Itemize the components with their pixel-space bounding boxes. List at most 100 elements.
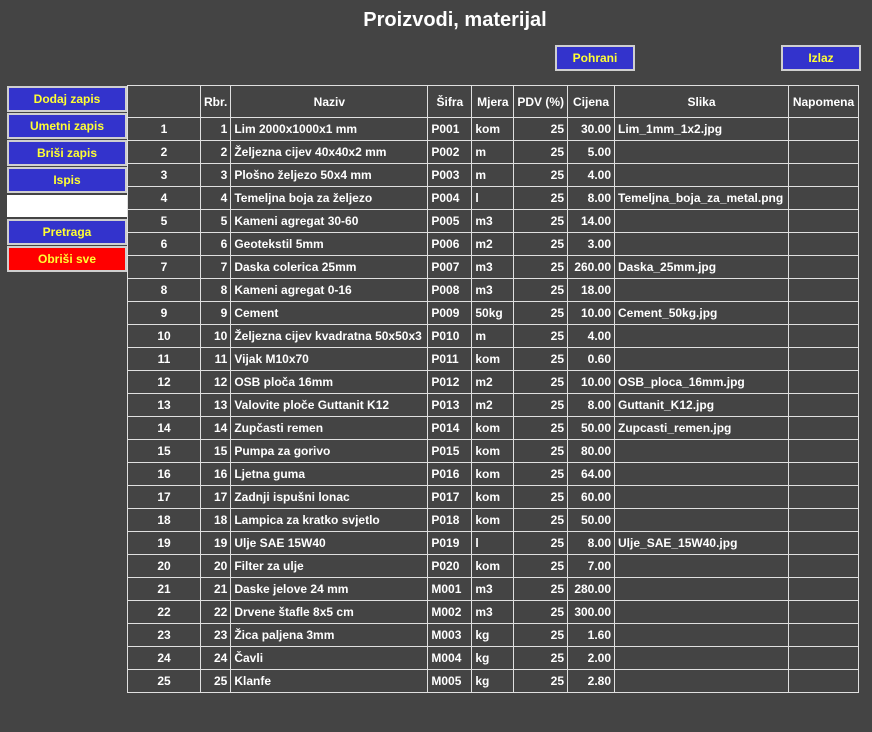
cijena-cell[interactable]: 8.00 xyxy=(567,186,616,210)
mjera-cell[interactable]: m2 xyxy=(471,370,515,394)
pdv-cell[interactable]: 25 xyxy=(513,232,569,256)
rbr-cell[interactable]: 24 xyxy=(199,646,232,670)
slika-cell[interactable] xyxy=(614,485,790,509)
napomena-cell[interactable] xyxy=(788,301,860,325)
sifra-cell[interactable]: P003 xyxy=(427,163,473,187)
naziv-cell[interactable]: Daska colerica 25mm xyxy=(230,255,429,279)
naziv-cell[interactable]: Filter za ulje xyxy=(230,554,429,578)
slika-cell[interactable]: Daska_25mm.jpg xyxy=(614,255,790,279)
slika-cell[interactable]: Temeljna_boja_za_metal.png xyxy=(614,186,790,210)
rbr-cell[interactable]: 12 xyxy=(199,370,232,394)
pdv-cell[interactable]: 25 xyxy=(513,278,569,302)
sifra-cell[interactable]: P019 xyxy=(427,531,473,555)
sifra-cell[interactable]: P020 xyxy=(427,554,473,578)
cijena-cell[interactable]: 64.00 xyxy=(567,462,616,486)
napomena-cell[interactable] xyxy=(788,623,860,647)
table-row[interactable]: 18 18 Lampica za kratko svjetlo P018 kom 25 50… xyxy=(127,508,860,532)
cijena-cell[interactable]: 50.00 xyxy=(567,508,616,532)
pdv-cell[interactable]: 25 xyxy=(513,577,569,601)
naziv-cell[interactable]: Drvene štafle 8x5 cm xyxy=(230,600,429,624)
pdv-cell[interactable]: 25 xyxy=(513,531,569,555)
cijena-cell[interactable]: 10.00 xyxy=(567,370,616,394)
cijena-cell[interactable]: 260.00 xyxy=(567,255,616,279)
pdv-cell[interactable]: 25 xyxy=(513,209,569,233)
add-record-button[interactable]: Dodaj zapis xyxy=(7,86,127,112)
mjera-cell[interactable]: kom xyxy=(471,439,515,463)
sifra-cell[interactable]: P005 xyxy=(427,209,473,233)
rbr-cell[interactable]: 2 xyxy=(199,140,232,164)
slika-cell[interactable] xyxy=(614,347,790,371)
pdv-cell[interactable]: 25 xyxy=(513,462,569,486)
naziv-cell[interactable]: Žica paljena 3mm xyxy=(230,623,429,647)
sifra-cell[interactable]: P016 xyxy=(427,462,473,486)
print-button[interactable]: Ispis xyxy=(7,167,127,193)
cijena-cell[interactable]: 80.00 xyxy=(567,439,616,463)
exit-button[interactable]: Izlaz xyxy=(781,45,861,71)
table-row[interactable]: 9 9 Cement P009 50kg 25 10.00 Cement_50kg.jpg xyxy=(127,301,860,325)
slika-cell[interactable] xyxy=(614,646,790,670)
mjera-cell[interactable]: m3 xyxy=(471,600,515,624)
pdv-cell[interactable]: 25 xyxy=(513,416,569,440)
sifra-cell[interactable]: P002 xyxy=(427,140,473,164)
rbr-cell[interactable]: 22 xyxy=(199,600,232,624)
mjera-cell[interactable]: m xyxy=(471,324,515,348)
rbr-cell[interactable]: 8 xyxy=(199,278,232,302)
slika-cell[interactable] xyxy=(614,439,790,463)
sifra-cell[interactable]: P014 xyxy=(427,416,473,440)
table-row[interactable]: 14 14 Zupčasti remen P014 kom 25 50.00 Zupcasti… xyxy=(127,416,860,440)
pdv-cell[interactable]: 25 xyxy=(513,324,569,348)
napomena-cell[interactable] xyxy=(788,186,860,210)
napomena-cell[interactable] xyxy=(788,439,860,463)
mjera-cell[interactable]: l xyxy=(471,186,515,210)
sifra-cell[interactable]: P006 xyxy=(427,232,473,256)
cijena-cell[interactable]: 18.00 xyxy=(567,278,616,302)
cijena-cell[interactable]: 300.00 xyxy=(567,600,616,624)
napomena-cell[interactable] xyxy=(788,140,860,164)
naziv-cell[interactable]: Pumpa za gorivo xyxy=(230,439,429,463)
mjera-cell[interactable]: m3 xyxy=(471,255,515,279)
pdv-cell[interactable]: 25 xyxy=(513,623,569,647)
rbr-cell[interactable]: 15 xyxy=(199,439,232,463)
sifra-cell[interactable]: P013 xyxy=(427,393,473,417)
mjera-cell[interactable]: kom xyxy=(471,462,515,486)
pdv-cell[interactable]: 25 xyxy=(513,347,569,371)
sifra-cell[interactable]: P010 xyxy=(427,324,473,348)
cijena-cell[interactable]: 0.60 xyxy=(567,347,616,371)
mjera-cell[interactable]: kom xyxy=(471,117,515,141)
sifra-cell[interactable]: P015 xyxy=(427,439,473,463)
rbr-cell[interactable]: 25 xyxy=(199,669,232,693)
table-row[interactable]: 12 12 OSB ploča 16mm P012 m2 25 10.00 OSB_ploca… xyxy=(127,370,860,394)
cijena-cell[interactable]: 14.00 xyxy=(567,209,616,233)
table-row[interactable]: 11 11 Vijak M10x70 P011 kom 25 0.60 xyxy=(127,347,860,371)
slika-cell[interactable] xyxy=(614,278,790,302)
rbr-cell[interactable]: 9 xyxy=(199,301,232,325)
table-row[interactable]: 22 22 Drvene štafle 8x5 cm M002 m3 25 300.00 xyxy=(127,600,860,624)
naziv-cell[interactable]: Čavli xyxy=(230,646,429,670)
slika-cell[interactable]: Guttanit_K12.jpg xyxy=(614,393,790,417)
table-row[interactable]: 8 8 Kameni agregat 0-16 P008 m3 25 18.00 xyxy=(127,278,860,302)
mjera-cell[interactable]: kom xyxy=(471,508,515,532)
slika-cell[interactable]: Ulje_SAE_15W40.jpg xyxy=(614,531,790,555)
naziv-cell[interactable]: Željezna cijev kvadratna 50x50x3 xyxy=(230,324,429,348)
slika-cell[interactable] xyxy=(614,669,790,693)
pdv-cell[interactable]: 25 xyxy=(513,508,569,532)
slika-cell[interactable]: OSB_ploca_16mm.jpg xyxy=(614,370,790,394)
rbr-cell[interactable]: 21 xyxy=(199,577,232,601)
mjera-cell[interactable]: l xyxy=(471,531,515,555)
napomena-cell[interactable] xyxy=(788,347,860,371)
mjera-cell[interactable]: m xyxy=(471,140,515,164)
rbr-cell[interactable]: 20 xyxy=(199,554,232,578)
napomena-cell[interactable] xyxy=(788,163,860,187)
napomena-cell[interactable] xyxy=(788,554,860,578)
napomena-cell[interactable] xyxy=(788,278,860,302)
naziv-cell[interactable]: Ljetna guma xyxy=(230,462,429,486)
table-row[interactable]: 4 4 Temeljna boja za željezo P004 l 25 8.00 Tem… xyxy=(127,186,860,210)
slika-cell[interactable] xyxy=(614,554,790,578)
naziv-cell[interactable]: Geotekstil 5mm xyxy=(230,232,429,256)
slika-cell[interactable] xyxy=(614,577,790,601)
mjera-cell[interactable]: kg xyxy=(471,623,515,647)
cijena-cell[interactable]: 2.80 xyxy=(567,669,616,693)
slika-cell[interactable]: Zupcasti_remen.jpg xyxy=(614,416,790,440)
mjera-cell[interactable]: kom xyxy=(471,554,515,578)
sifra-cell[interactable]: P004 xyxy=(427,186,473,210)
